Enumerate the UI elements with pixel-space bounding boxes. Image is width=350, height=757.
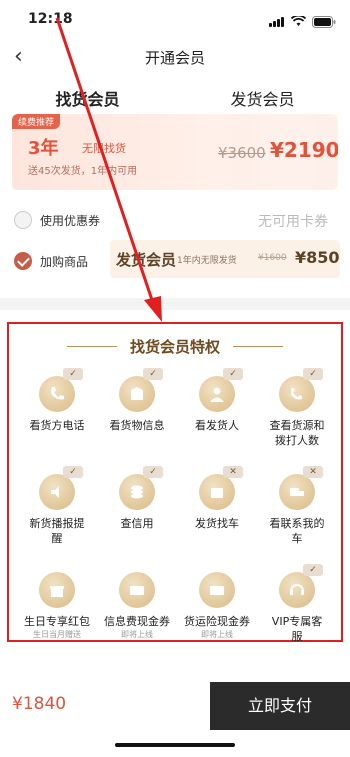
addon-title: 发货会员: [116, 251, 177, 269]
privilege-item[interactable]: ✕ 看联系我的车: [257, 466, 337, 546]
privilege-item[interactable]: ✕ 发货找车: [177, 466, 257, 531]
privilege-sub: 即将上线: [201, 630, 233, 639]
home-indicator: [115, 743, 235, 747]
plan-card[interactable]: 续费推荐 3年 无限找货 送45次发货，1年内可用 ¥3600 ¥2190: [12, 114, 338, 190]
status-bar: 12:18: [0, 0, 350, 40]
privilege-item[interactable]: ✓ 查看货源和拨打人数: [257, 368, 337, 448]
addon-label: 加购商品: [40, 255, 89, 269]
addon-desc: 1年内无限发货: [177, 256, 237, 266]
coins-icon: ✓: [119, 466, 163, 510]
addon-checkbox[interactable]: [14, 252, 32, 270]
addon-row[interactable]: 加购商品 发货会员 1年内无限发货 ¥1600 ¥850: [12, 240, 340, 278]
speaker-icon: ✓: [39, 466, 83, 510]
privilege-name: 货运险现金券: [184, 615, 250, 628]
check-mark-icon: ✓: [63, 466, 83, 478]
plan-unlimited: 无限找货: [82, 142, 126, 155]
check-mark-icon: ✓: [143, 466, 163, 478]
check-mark-icon: ✓: [63, 368, 83, 380]
coupon-radio[interactable]: [14, 211, 32, 229]
addon-card[interactable]: 发货会员 1年内无限发货 ¥1600 ¥850: [110, 240, 340, 278]
privilege-name: 查信用: [120, 517, 154, 530]
addon-price: ¥850: [295, 248, 340, 267]
footer-bar: ¥1840 立即支付: [0, 682, 350, 730]
coupon-label: 使用优惠券: [40, 214, 101, 228]
insurance-voucher-icon: [199, 572, 235, 608]
privilege-name: 新货播报提醒: [29, 517, 85, 545]
privilege-item[interactable]: ✓ 看货物信息: [97, 368, 177, 433]
privilege-sub: 生日当月赠送: [33, 630, 81, 639]
person-icon: ✓: [199, 368, 243, 412]
addon-old-price: ¥1600: [258, 253, 287, 263]
total-price: ¥1840: [12, 694, 67, 714]
privilege-item[interactable]: ✓ 查信用: [97, 466, 177, 531]
signal-icon: [269, 12, 285, 31]
privilege-name: VIP专属客服: [271, 615, 323, 643]
privilege-item[interactable]: ✓ 新货播报提醒: [17, 466, 97, 546]
truck-icon: ✕: [279, 466, 323, 510]
privilege-name: 发货找车: [195, 517, 239, 530]
cross-mark-icon: ✕: [303, 466, 323, 478]
check-mark-icon: ✓: [303, 564, 323, 576]
privileges-title: 找货会员特权: [129, 338, 220, 356]
box-icon: ✓: [119, 368, 163, 412]
battery-icon: [312, 15, 336, 28]
status-icons: [269, 12, 336, 31]
status-time: 12:18: [28, 11, 73, 27]
call-count-icon: ✓: [279, 368, 323, 412]
check-mark-icon: ✓: [303, 368, 323, 380]
privilege-item[interactable]: 生日专享红包生日当月赠送: [17, 572, 97, 640]
nav-bar: ‹ 开通会员: [0, 40, 350, 74]
privilege-item[interactable]: 货运险现金券即将上线: [177, 572, 257, 640]
check-mark-icon: ✓: [143, 368, 163, 380]
privilege-sub: 即将上线: [121, 630, 153, 639]
wifi-icon: [291, 16, 306, 26]
privilege-name: 查看货源和拨打人数: [269, 419, 325, 447]
privilege-name: 信息费现金券: [104, 615, 170, 628]
cargo-icon: ✕: [199, 466, 243, 510]
privilege-item[interactable]: 信息费现金券即将上线: [97, 572, 177, 640]
privilege-name: 看货方电话: [29, 419, 85, 432]
privilege-name: 看联系我的车: [269, 517, 325, 545]
voucher-icon: [119, 572, 155, 608]
privilege-item[interactable]: ✓ 看发货人: [177, 368, 257, 433]
coupon-row[interactable]: 使用优惠券 无可用卡券: [12, 203, 338, 237]
plan-price: ¥2190: [270, 138, 338, 162]
section-divider: [0, 298, 350, 310]
privilege-name: 生日专享红包: [24, 615, 90, 628]
cross-mark-icon: ✕: [223, 466, 243, 478]
tab-bar: 找货会员 发货会员: [0, 74, 350, 114]
title-line-right: [233, 346, 283, 347]
privilege-name: 看发货人: [195, 419, 239, 432]
privilege-item[interactable]: ✓ 看货方电话: [17, 368, 97, 433]
no-coupon-text: 无可用卡券: [258, 214, 328, 230]
renew-badge: 续费推荐: [12, 114, 61, 129]
tab-find-goods[interactable]: 找货会员: [0, 74, 175, 114]
page-title: 开通会员: [144, 49, 205, 67]
privilege-name: 看货物信息: [109, 419, 165, 432]
check-mark-icon: ✓: [223, 368, 243, 380]
headset-icon: ✓: [279, 564, 323, 608]
plan-sub: 送45次发货，1年内可用: [28, 166, 138, 177]
plan-old-price: ¥3600: [218, 144, 266, 162]
privilege-item[interactable]: ✓ VIP专属客服: [257, 564, 337, 644]
plan-years: 3年: [28, 138, 59, 159]
phone-icon: ✓: [39, 368, 83, 412]
gift-icon: [39, 572, 75, 608]
tab-ship-goods[interactable]: 发货会员: [175, 74, 350, 114]
pay-button[interactable]: 立即支付: [210, 682, 350, 730]
privileges-panel: 找货会员特权 ✓ 看货方电话 ✓ 看货物信息 ✓ 看发货人 ✓ 查看货源和拨打人数 ✓ 新货播报提…: [7, 322, 343, 644]
